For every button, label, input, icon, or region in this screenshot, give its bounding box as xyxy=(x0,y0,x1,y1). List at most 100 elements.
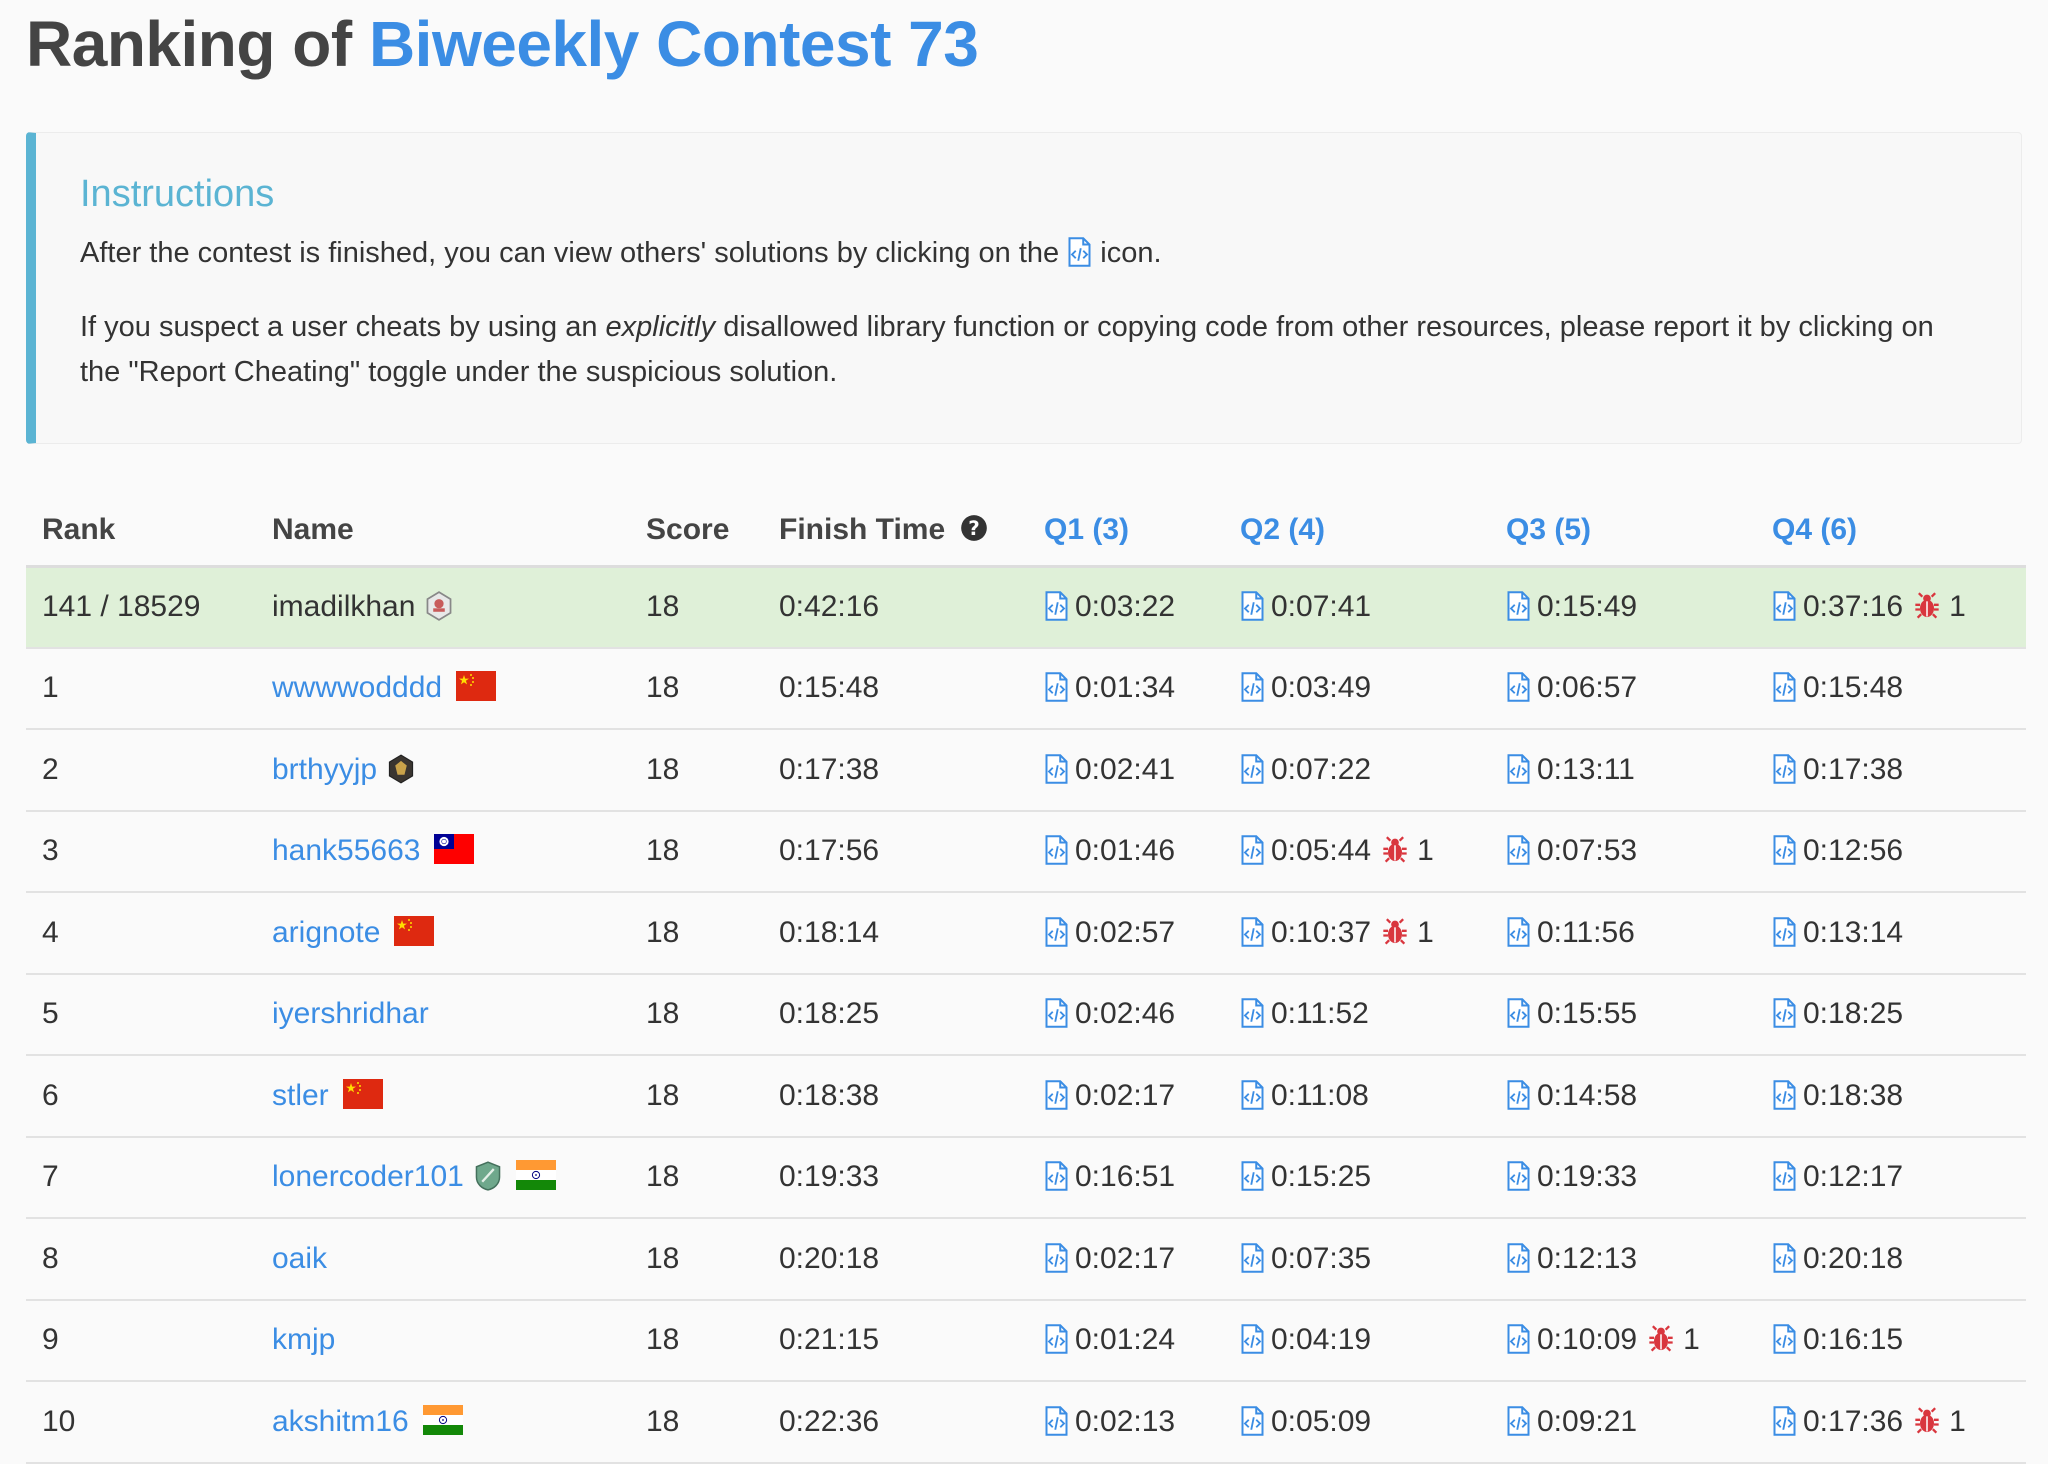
score-cell: 18 xyxy=(630,1299,763,1382)
view-solution-icon[interactable] xyxy=(1506,1243,1531,1273)
username-link: imadilkhan xyxy=(272,590,416,623)
question-circle-icon[interactable]: ? xyxy=(960,514,988,542)
view-solution-icon[interactable] xyxy=(1772,754,1797,784)
rank-cell: 6 xyxy=(26,1055,256,1138)
username-link[interactable]: brthyyjp xyxy=(272,753,377,786)
view-solution-icon[interactable] xyxy=(1772,1243,1797,1273)
solve-time: 0:04:19 xyxy=(1271,1323,1372,1357)
view-solution-icon[interactable] xyxy=(1772,1406,1797,1436)
name-cell: hank55663 xyxy=(256,810,630,893)
view-solution-icon[interactable] xyxy=(1240,998,1265,1028)
solve-time: 0:07:22 xyxy=(1271,752,1372,786)
view-solution-icon[interactable] xyxy=(1506,917,1531,947)
view-solution-icon[interactable] xyxy=(1506,1161,1531,1191)
view-solution-icon[interactable] xyxy=(1044,1406,1069,1436)
q1-cell: 0:03:22 xyxy=(1028,566,1224,649)
view-solution-icon[interactable] xyxy=(1506,998,1531,1028)
bug-icon xyxy=(1915,592,1939,619)
view-solution-icon[interactable] xyxy=(1044,998,1069,1028)
view-solution-icon[interactable] xyxy=(1506,672,1531,702)
view-solution-icon[interactable] xyxy=(1044,1324,1069,1354)
col-q3[interactable]: Q3 (5) xyxy=(1490,496,1756,568)
col-q2[interactable]: Q2 (4) xyxy=(1224,496,1490,568)
view-solution-icon[interactable] xyxy=(1240,672,1265,702)
username-link[interactable]: kmjp xyxy=(272,1323,335,1356)
username-link[interactable]: akshitm16 xyxy=(272,1405,409,1438)
view-solution-icon[interactable] xyxy=(1506,835,1531,865)
view-solution-icon[interactable] xyxy=(1506,754,1531,784)
view-solution-icon[interactable] xyxy=(1044,591,1069,621)
view-solution-icon[interactable] xyxy=(1240,917,1265,947)
q3-cell: 0:11:56 xyxy=(1490,892,1756,975)
view-solution-icon[interactable] xyxy=(1044,754,1069,784)
solve-time: 0:15:49 xyxy=(1537,590,1638,623)
q1-cell: 0:02:17 xyxy=(1028,1055,1224,1138)
finish-time-cell: 0:21:15 xyxy=(763,1299,1028,1382)
view-solution-icon[interactable] xyxy=(1506,1406,1531,1436)
wrong-attempt-count: 1 xyxy=(1949,1404,1966,1438)
view-solution-icon[interactable] xyxy=(1240,1243,1265,1273)
view-solution-icon[interactable] xyxy=(1044,917,1069,947)
contest-link[interactable]: Biweekly Contest 73 xyxy=(369,8,979,80)
view-solution-icon[interactable] xyxy=(1772,1080,1797,1110)
score-cell: 18 xyxy=(630,647,763,730)
view-solution-icon[interactable] xyxy=(1772,917,1797,947)
view-solution-icon[interactable] xyxy=(1772,998,1797,1028)
table-row: 5 iyershridhar 18 0:18:25 0:02:46 0:11:52 0:15… xyxy=(26,973,2026,1056)
q1-cell: 0:01:46 xyxy=(1028,810,1224,893)
username-link[interactable]: iyershridhar xyxy=(272,997,429,1030)
finish-time-cell: 0:15:48 xyxy=(763,647,1028,730)
q4-cell: 0:16:15 xyxy=(1756,1299,2026,1382)
view-solution-icon[interactable] xyxy=(1240,591,1265,621)
view-solution-icon[interactable] xyxy=(1506,1080,1531,1110)
view-solution-icon[interactable] xyxy=(1044,1243,1069,1273)
view-solution-icon[interactable] xyxy=(1772,591,1797,621)
q4-cell: 0:18:25 xyxy=(1756,973,2026,1056)
solve-time: 0:02:17 xyxy=(1075,1078,1176,1112)
view-solution-icon[interactable] xyxy=(1240,1406,1265,1436)
view-solution-icon[interactable] xyxy=(1044,1080,1069,1110)
finish-time-cell: 0:18:38 xyxy=(763,1055,1028,1138)
view-solution-icon[interactable] xyxy=(1240,754,1265,784)
q2-cell: 0:11:52 xyxy=(1224,973,1490,1056)
username-link[interactable]: wwwwodddd xyxy=(272,671,442,704)
wrong-attempt-count: 1 xyxy=(1417,834,1434,868)
view-solution-icon[interactable] xyxy=(1506,591,1531,621)
col-q4[interactable]: Q4 (6) xyxy=(1756,496,2026,568)
table-header-row: Rank Name Score Finish Time ? Q1 (3) Q2 … xyxy=(26,496,2026,568)
rank-cell: 2 xyxy=(26,729,256,812)
username-link[interactable]: hank55663 xyxy=(272,834,420,867)
ranking-table: Rank Name Score Finish Time ? Q1 (3) Q2 … xyxy=(26,496,2026,1464)
q3-cell: 0:07:53 xyxy=(1490,810,1756,893)
q3-cell: 0:15:55 xyxy=(1490,973,1756,1056)
solve-time: 0:03:22 xyxy=(1075,590,1176,623)
solve-time: 0:11:52 xyxy=(1271,997,1369,1031)
username-link[interactable]: oaik xyxy=(272,1242,327,1275)
col-q1[interactable]: Q1 (3) xyxy=(1028,496,1224,568)
view-solution-icon[interactable] xyxy=(1772,1161,1797,1191)
instructions-line2-text: If you suspect a user cheats by using an xyxy=(80,311,598,343)
solve-time: 0:07:35 xyxy=(1271,1241,1372,1275)
username-link[interactable]: stler xyxy=(272,1079,329,1112)
my-ranking-row: 141 / 18529 imadilkhan 18 0:42:16 0:03:22 0:0… xyxy=(26,566,2026,649)
view-solution-icon[interactable] xyxy=(1240,835,1265,865)
q1-cell: 0:01:24 xyxy=(1028,1299,1224,1382)
view-solution-icon[interactable] xyxy=(1772,835,1797,865)
view-solution-icon[interactable] xyxy=(1044,672,1069,702)
view-solution-icon[interactable] xyxy=(1506,1324,1531,1354)
name-cell: brthyyjp xyxy=(256,729,630,812)
view-solution-icon[interactable] xyxy=(1772,1324,1797,1354)
china-flag-icon xyxy=(342,1078,383,1109)
view-solution-icon[interactable] xyxy=(1044,835,1069,865)
view-solution-icon[interactable] xyxy=(1240,1080,1265,1110)
india-flag-icon xyxy=(515,1160,556,1191)
name-cell: lonercoder101 xyxy=(256,1136,630,1219)
username-link[interactable]: lonercoder101 xyxy=(272,1160,464,1193)
view-solution-icon[interactable] xyxy=(1240,1161,1265,1191)
view-solution-icon[interactable] xyxy=(1044,1161,1069,1191)
username-link[interactable]: arignote xyxy=(272,916,380,949)
q1-cell: 0:02:13 xyxy=(1028,1381,1224,1464)
view-solution-icon[interactable] xyxy=(1240,1324,1265,1354)
view-solution-icon[interactable] xyxy=(1772,672,1797,702)
bug-icon xyxy=(1383,836,1407,863)
